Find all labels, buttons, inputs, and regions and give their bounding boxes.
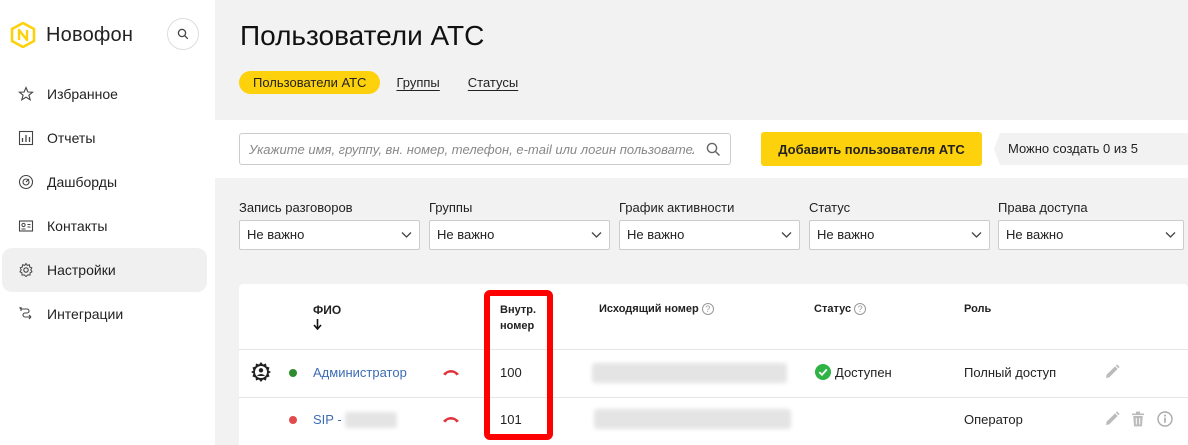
filter-label: Группы	[429, 200, 473, 215]
page-title: Пользователи АТС	[240, 20, 485, 51]
sidebar-item-favorites[interactable]: Избранное	[2, 72, 207, 116]
info-icon[interactable]	[1157, 411, 1173, 427]
redacted-outgoing-number	[594, 409, 791, 429]
tab-statuses[interactable]: Статусы	[468, 71, 518, 94]
search-icon	[177, 28, 189, 40]
filter-value: Не важно	[627, 227, 685, 242]
user-name-link[interactable]: Администратор	[313, 365, 407, 380]
add-pbx-user-button[interactable]: Добавить пользователя АТС	[761, 132, 982, 166]
chevron-down-icon	[401, 232, 412, 238]
user-limit-note: Можно создать 0 из 5	[994, 133, 1188, 165]
chevron-down-icon	[971, 232, 982, 238]
filter-activity-schedule-select[interactable]: Не важно	[619, 220, 800, 250]
filter-call-recording-select[interactable]: Не важно	[239, 220, 420, 250]
filter-status: Статус Не важно	[809, 200, 990, 250]
check-circle-icon	[815, 364, 831, 380]
hangup-phone-icon[interactable]	[442, 368, 460, 377]
brand[interactable]: Новофон	[10, 22, 133, 48]
user-search-field[interactable]	[239, 133, 731, 165]
user-name-link[interactable]: SIP -	[313, 412, 342, 427]
filter-status-select[interactable]: Не важно	[809, 220, 990, 250]
filter-label: График активности	[619, 200, 735, 215]
sidebar-item-contacts[interactable]: Контакты	[2, 204, 207, 248]
offline-indicator	[289, 416, 297, 424]
sidebar-item-label: Контакты	[47, 218, 108, 234]
hangup-phone-icon[interactable]	[442, 415, 460, 424]
sidebar-item-dashboards[interactable]: Дашборды	[2, 160, 207, 204]
filter-call-recording: Запись разговоров Не важно	[239, 200, 420, 250]
filter-value: Не важно	[1006, 227, 1064, 242]
global-search-button[interactable]	[167, 18, 199, 50]
sidebar-nav: Избранное Отчеты Дашборды Контакты Настр…	[0, 72, 215, 336]
help-icon[interactable]: ?	[854, 303, 867, 315]
column-header-role: Роль	[964, 303, 992, 315]
sidebar-item-label: Настройки	[47, 262, 116, 278]
sidebar-item-integrations[interactable]: Интеграции	[2, 292, 207, 336]
extension-column-highlight	[484, 290, 553, 440]
filter-value: Не важно	[817, 227, 875, 242]
integration-icon	[16, 304, 36, 324]
filter-activity-schedule: График активности Не важно	[619, 200, 800, 250]
filter-value: Не важно	[247, 227, 305, 242]
filter-value: Не важно	[437, 227, 495, 242]
filter-access-rights: Права доступа Не важно	[998, 200, 1184, 250]
redacted-outgoing-number	[592, 363, 787, 383]
edit-pencil-icon[interactable]	[1104, 411, 1120, 427]
novofon-logo-icon	[10, 22, 36, 48]
divider	[239, 397, 1188, 398]
column-header-outgoing-number: Исходящий номер?	[599, 303, 714, 315]
chevron-down-icon	[591, 232, 602, 238]
sidebar: Новофон Избранное Отчеты Дашборды Контак…	[0, 0, 215, 445]
filter-label: Запись разговоров	[239, 200, 353, 215]
main-content: Пользователи АТС Пользователи АТС Группы…	[215, 0, 1188, 445]
tab-groups[interactable]: Группы	[396, 71, 439, 94]
users-table: ФИО Внутр. номер Исходящий номер? Статус…	[239, 284, 1188, 445]
brand-name: Новофон	[46, 23, 134, 46]
divider	[239, 349, 1188, 350]
role-text: Оператор	[964, 412, 1023, 427]
sort-arrow-down-icon[interactable]	[313, 319, 322, 330]
chevron-down-icon	[781, 232, 792, 238]
filter-label: Статус	[809, 200, 851, 215]
column-header-fio[interactable]: ФИО	[313, 303, 341, 330]
page-tabs: Пользователи АТС Группы Статусы	[239, 71, 546, 94]
toolbar: Добавить пользователя АТС Можно создать …	[215, 120, 1188, 178]
sidebar-item-label: Отчеты	[47, 130, 96, 146]
sidebar-item-label: Интеграции	[47, 306, 124, 322]
online-indicator	[289, 369, 297, 377]
report-icon	[16, 128, 36, 148]
column-header-status: Статус?	[814, 303, 867, 315]
status-text: Доступен	[835, 365, 892, 380]
search-icon[interactable]	[706, 142, 721, 157]
filter-access-rights-select[interactable]: Не важно	[998, 220, 1184, 250]
sidebar-item-reports[interactable]: Отчеты	[2, 116, 207, 160]
role-text: Полный доступ	[964, 365, 1057, 380]
dashboard-icon	[16, 172, 36, 192]
tab-pbx-users[interactable]: Пользователи АТС	[239, 71, 381, 94]
help-icon[interactable]: ?	[701, 303, 714, 315]
gear-icon	[16, 260, 36, 280]
star-icon	[16, 84, 36, 104]
user-search-input[interactable]	[249, 141, 694, 157]
chevron-down-icon	[1165, 232, 1176, 238]
sidebar-item-label: Дашборды	[47, 174, 117, 190]
admin-settings-icon	[251, 362, 271, 382]
trash-icon[interactable]	[1131, 411, 1145, 427]
filter-groups: Группы Не важно	[429, 200, 610, 250]
sidebar-item-settings[interactable]: Настройки	[2, 248, 207, 292]
contact-card-icon	[16, 216, 36, 236]
edit-pencil-icon[interactable]	[1104, 364, 1120, 380]
sidebar-item-label: Избранное	[47, 86, 118, 102]
redacted-user-name	[345, 412, 397, 428]
filter-label: Права доступа	[998, 200, 1088, 215]
filter-groups-select[interactable]: Не важно	[429, 220, 610, 250]
